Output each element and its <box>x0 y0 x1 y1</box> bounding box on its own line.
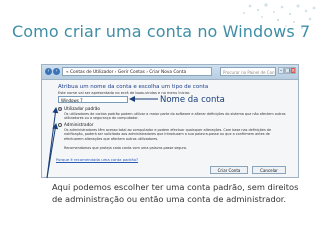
help-link[interactable]: Porque é recomendada uma conta padrão? <box>56 157 138 162</box>
forward-arrow-icon[interactable]: › <box>53 68 60 75</box>
radio-selected-icon[interactable] <box>58 107 62 111</box>
administrator-description: Os administradores têm acesso total ao c… <box>64 128 272 141</box>
recommendation-text: Recomendamos que proteja cada conta com … <box>64 146 188 150</box>
radio-unselected-icon[interactable] <box>58 123 62 127</box>
create-account-window: ‹ › « Contas de Utilizador › Gerir Conta… <box>41 64 299 178</box>
close-icon[interactable]: × <box>290 67 296 74</box>
administrator-radio[interactable]: Administrador <box>58 122 94 127</box>
annotation-label: Nome da conta <box>160 95 225 105</box>
back-arrow-icon[interactable]: ‹ <box>45 68 52 75</box>
address-bar[interactable]: « Contas de Utilizador › Gerir Contas › … <box>62 67 212 76</box>
search-input[interactable]: Procurar no Painel de Controlo <box>220 67 276 76</box>
slide-title: Como criar uma conta no Windows 7 <box>12 22 311 41</box>
window-toolbar: ‹ › « Contas de Utilizador › Gerir Conta… <box>42 65 298 80</box>
slide-caption: Aqui podemos escolher ter uma conta padr… <box>52 182 299 204</box>
page-heading: Atribua um nome da conta e escolha um ti… <box>58 84 209 90</box>
standard-user-description: Os utilizadores de contas padrão podem u… <box>64 112 286 121</box>
standard-user-label: Utilizador padrão <box>64 106 100 111</box>
standard-user-radio[interactable]: Utilizador padrão <box>58 106 100 111</box>
administrator-label: Administrador <box>64 122 94 127</box>
cancel-button[interactable]: Cancelar <box>252 166 286 174</box>
account-name-field[interactable]: Windows 7 <box>58 96 128 103</box>
create-account-button[interactable]: Criar Conta <box>210 166 248 174</box>
